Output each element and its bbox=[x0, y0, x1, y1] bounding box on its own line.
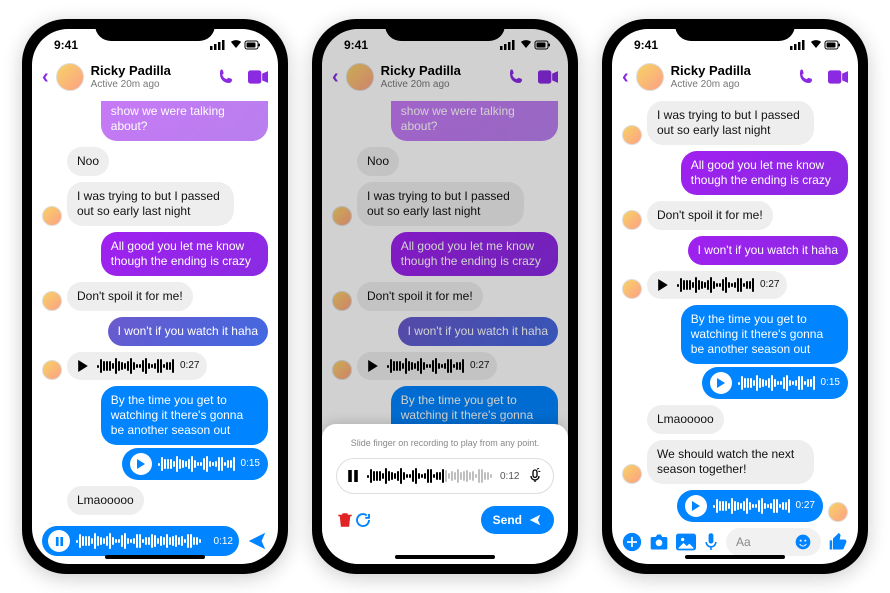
trash-icon[interactable] bbox=[336, 511, 354, 529]
voice-duration: 0:27 bbox=[796, 500, 815, 513]
sender-avatar bbox=[42, 360, 62, 380]
play-icon[interactable] bbox=[710, 372, 732, 394]
voice-duration: 0:27 bbox=[760, 279, 779, 292]
play-icon[interactable] bbox=[685, 495, 707, 517]
phone-icon[interactable] bbox=[797, 68, 815, 86]
send-button[interactable]: Send bbox=[481, 506, 554, 534]
message-out: By the time you get to watching it there… bbox=[101, 386, 268, 445]
phone-icon[interactable] bbox=[217, 68, 235, 86]
message-in: I was trying to but I passed out so earl… bbox=[647, 101, 814, 145]
voice-duration: 0:27 bbox=[180, 360, 199, 373]
voice-message-in[interactable]: 0:27 bbox=[67, 352, 207, 380]
voice-message-out[interactable]: 0:15 bbox=[122, 448, 268, 480]
message-out: All good you let me know though the endi… bbox=[681, 151, 848, 195]
pause-icon[interactable] bbox=[48, 530, 70, 552]
mic-icon[interactable] bbox=[703, 532, 719, 552]
sender-avatar bbox=[622, 279, 642, 299]
sender-avatar bbox=[42, 206, 62, 226]
phone-1: 9:41 ‹ Ricky Padilla Active 20m ago show… bbox=[22, 19, 288, 574]
message-in: Lmaooooo bbox=[67, 486, 144, 515]
message-in: Noo bbox=[67, 147, 109, 176]
chat-thread: I was trying to but I passed out so earl… bbox=[612, 97, 858, 522]
voice-duration: 0:15 bbox=[821, 377, 840, 390]
message-in: Lmaooooo bbox=[647, 405, 724, 434]
waveform bbox=[738, 374, 815, 392]
play-icon[interactable] bbox=[75, 358, 91, 374]
chat-header: ‹ Ricky Padilla Active 20m ago bbox=[32, 61, 278, 97]
voice-message-out[interactable]: 0:15 bbox=[702, 367, 848, 399]
back-icon[interactable]: ‹ bbox=[622, 66, 629, 89]
video-icon[interactable] bbox=[248, 70, 268, 84]
recording-preview[interactable]: 0:12 bbox=[336, 458, 554, 494]
voice-duration: 0:15 bbox=[241, 458, 260, 471]
waveform bbox=[713, 497, 790, 515]
phone-3: 9:41 ‹ Ricky PadillaActive 20m ago I was… bbox=[602, 19, 868, 574]
sender-avatar bbox=[622, 125, 642, 145]
mic-lock-icon[interactable] bbox=[527, 468, 543, 484]
recording-pill[interactable]: 0:12 bbox=[42, 526, 239, 556]
home-indicator bbox=[395, 555, 495, 559]
waveform bbox=[97, 357, 174, 375]
message-out: I won't if you watch it haha bbox=[108, 317, 268, 346]
camera-icon[interactable] bbox=[649, 533, 669, 551]
contact-status: Active 20m ago bbox=[671, 79, 784, 90]
home-indicator bbox=[105, 555, 205, 559]
contact-name: Ricky Padilla bbox=[91, 64, 204, 78]
voice-message-in[interactable]: 0:27 bbox=[647, 271, 787, 299]
recording-hint: Slide finger on recording to play from a… bbox=[336, 438, 554, 448]
waveform bbox=[158, 455, 235, 473]
message-out: I won't if you watch it haha bbox=[688, 236, 848, 265]
voice-message-out[interactable]: 0:27 bbox=[677, 490, 823, 522]
sender-avatar bbox=[42, 291, 62, 311]
gallery-icon[interactable] bbox=[676, 533, 696, 551]
status-indicators bbox=[210, 40, 260, 50]
status-indicators bbox=[790, 40, 840, 50]
recording-time: 0:12 bbox=[500, 471, 519, 482]
pause-icon[interactable] bbox=[347, 470, 359, 482]
message-in: Don't spoil it for me! bbox=[647, 201, 773, 230]
message-out: All good you let me know though the endi… bbox=[101, 232, 268, 276]
message-out: By the time you get to watching it there… bbox=[681, 305, 848, 364]
message-in: We should watch the next season together… bbox=[647, 440, 814, 484]
avatar[interactable] bbox=[636, 63, 664, 91]
message-in: I was trying to but I passed out so earl… bbox=[67, 182, 234, 226]
waveform bbox=[677, 276, 754, 294]
like-icon[interactable] bbox=[828, 532, 848, 552]
play-icon[interactable] bbox=[655, 277, 671, 293]
back-icon[interactable]: ‹ bbox=[42, 66, 49, 89]
play-icon[interactable] bbox=[130, 453, 152, 475]
chat-header: ‹ Ricky PadillaActive 20m ago bbox=[612, 61, 858, 97]
message-out: show we were talking about? bbox=[101, 101, 268, 141]
video-icon[interactable] bbox=[828, 70, 848, 84]
status-time: 9:41 bbox=[54, 38, 78, 52]
restart-icon[interactable] bbox=[354, 511, 372, 529]
status-time: 9:41 bbox=[634, 38, 658, 52]
sender-avatar bbox=[622, 210, 642, 230]
contact-status: Active 20m ago bbox=[91, 79, 204, 90]
contact-name: Ricky Padilla bbox=[671, 64, 784, 78]
text-input[interactable]: Aa bbox=[726, 528, 821, 556]
recording-sheet: Slide finger on recording to play from a… bbox=[322, 424, 568, 564]
sender-avatar bbox=[828, 502, 848, 522]
message-in: Don't spoil it for me! bbox=[67, 282, 193, 311]
waveform[interactable] bbox=[367, 467, 492, 485]
plus-icon[interactable] bbox=[622, 532, 642, 552]
input-placeholder: Aa bbox=[736, 535, 751, 549]
avatar[interactable] bbox=[56, 63, 84, 91]
home-indicator bbox=[685, 555, 785, 559]
emoji-icon[interactable] bbox=[795, 534, 811, 550]
waveform[interactable] bbox=[76, 532, 208, 550]
sender-avatar bbox=[622, 464, 642, 484]
phone-2: 9:41 ‹ Ricky PadillaActive 20m ago show … bbox=[312, 19, 578, 574]
send-label: Send bbox=[493, 513, 522, 527]
chat-thread: show we were talking about? Noo I was tr… bbox=[32, 97, 278, 520]
recording-time: 0:12 bbox=[214, 536, 233, 547]
send-icon[interactable] bbox=[246, 530, 268, 552]
